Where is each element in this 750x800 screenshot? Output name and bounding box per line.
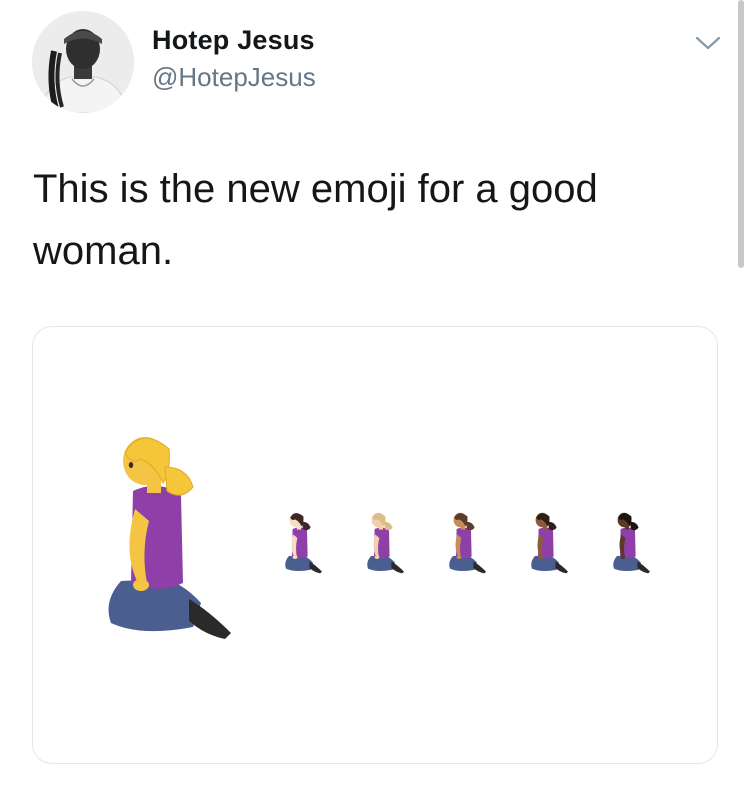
emoji-small-figure [531, 512, 568, 574]
avatar-photo [32, 11, 134, 113]
tweet-text: This is the new emoji for a good woman. [33, 167, 598, 273]
emoji-small-figure [367, 512, 404, 574]
emoji-large-figure [108, 437, 231, 639]
emoji-small-figure [285, 512, 322, 574]
chevron-down-icon[interactable] [693, 32, 723, 54]
media-image [108, 437, 650, 639]
tweet-card[interactable]: Hotep Jesus @HotepJesus This is the new … [0, 0, 750, 800]
emoji-small-figure [613, 512, 650, 574]
user-handle[interactable]: @HotepJesus [152, 62, 316, 93]
display-name[interactable]: Hotep Jesus [152, 25, 315, 56]
avatar[interactable] [32, 11, 134, 113]
scrollbar[interactable] [738, 0, 744, 268]
emoji-small-figure [449, 512, 486, 574]
media-card[interactable] [32, 326, 718, 764]
emoji-small-figures [285, 512, 650, 574]
